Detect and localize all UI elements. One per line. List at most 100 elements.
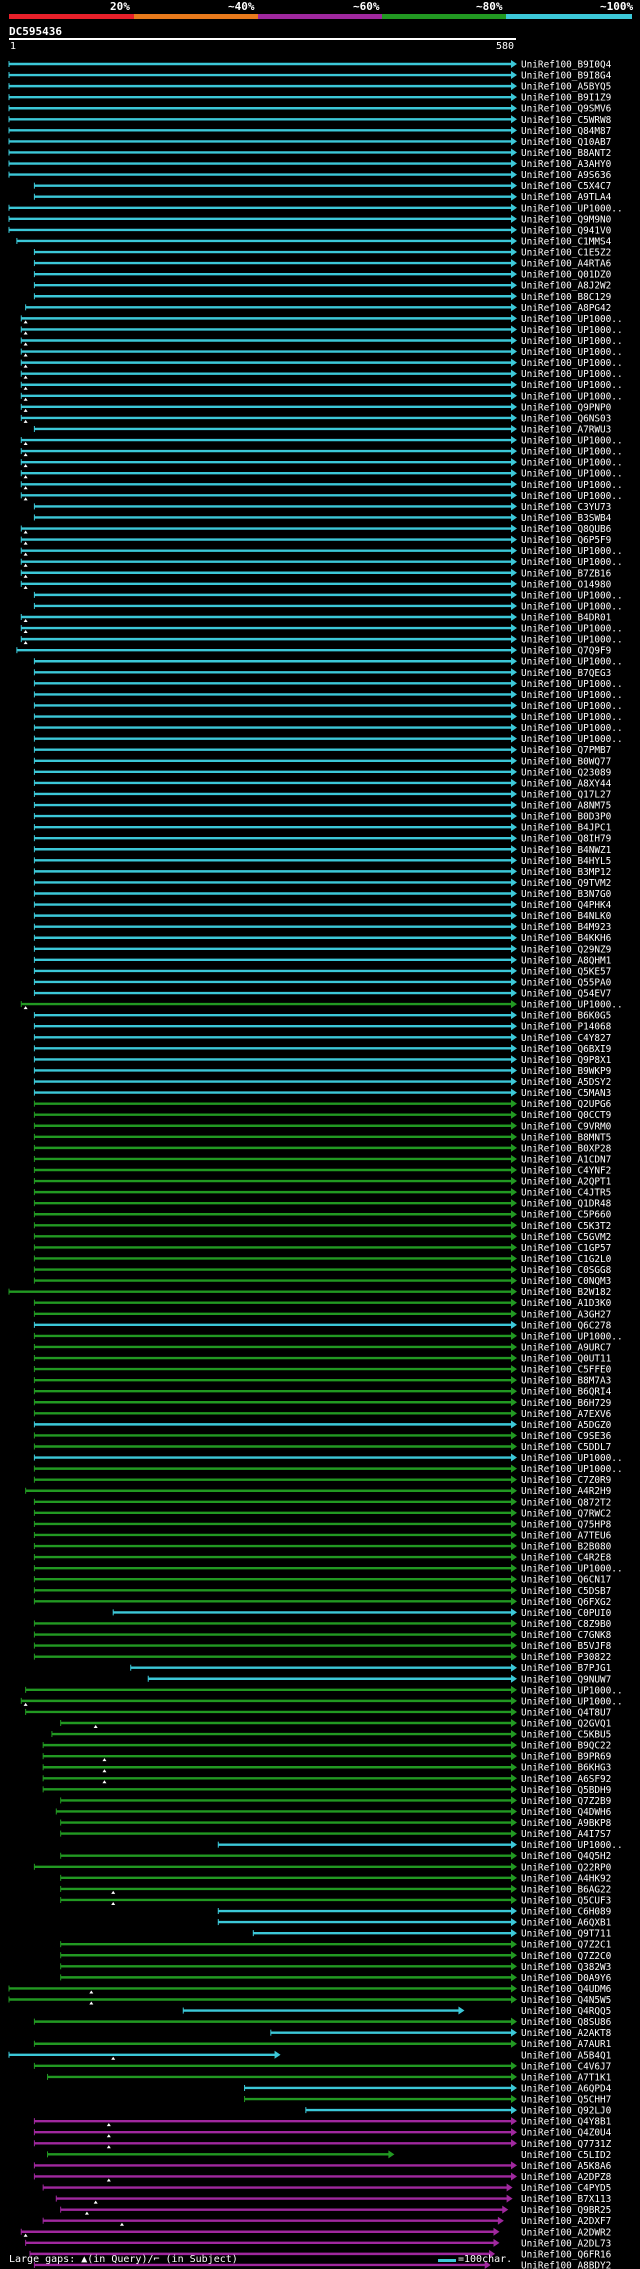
hit-label[interactable]: UniRef100_Q9P8X1 [521,1055,612,1066]
hit-label[interactable]: UniRef100_UP1000.. [521,557,623,568]
hit-label[interactable]: UniRef100_A4RTA6 [521,259,612,270]
hit-label[interactable]: UniRef100_UP1000.. [521,314,623,325]
hit-label[interactable]: UniRef100_Q29NZ9 [521,944,612,955]
hit-label[interactable]: UniRef100_Q7Z2C1 [521,1940,612,1951]
hit-label[interactable]: UniRef100_C1MMS4 [521,236,612,247]
hit-label[interactable]: UniRef100_D0A9Y6 [521,1973,612,1984]
hit-label[interactable]: UniRef100_A5DSY2 [521,1077,611,1088]
hit-label[interactable]: UniRef100_C5FFE0 [521,1365,612,1376]
hit-label[interactable]: UniRef100_Q6NS03 [521,413,611,424]
hit-label[interactable]: UniRef100_A5BYQ5 [521,82,611,93]
hit-label[interactable]: UniRef100_B4M923 [521,922,611,933]
hit-label[interactable]: UniRef100_Q23089 [521,767,612,778]
hit-label[interactable]: UniRef100_Q7PMB7 [521,745,611,756]
hit-label[interactable]: UniRef100_A8QHM1 [521,955,612,966]
hit-label[interactable]: UniRef100_UP1000.. [521,679,623,690]
hit-label[interactable]: UniRef100_Q4T8U7 [521,1707,611,1718]
hit-label[interactable]: UniRef100_Q4Y8B1 [521,2117,612,2128]
hit-label[interactable]: UniRef100_Q2GVQ1 [521,1719,612,1730]
hit-label[interactable]: UniRef100_UP1000.. [521,1840,623,1851]
hit-label[interactable]: UniRef100_Q6P5F9 [521,535,612,546]
hit-label[interactable]: UniRef100_Q4Z0U4 [521,2128,612,2139]
hit-label[interactable]: UniRef100_C5MAN3 [521,1088,611,1099]
hit-label[interactable]: UniRef100_B6H729 [521,1398,612,1409]
hit-label[interactable]: UniRef100_Q4Q5H2 [521,1851,611,1862]
hit-label[interactable]: UniRef100_Q8QUB6 [521,524,612,535]
hit-label[interactable]: UniRef100_UP1000.. [521,480,623,491]
hit-label[interactable]: UniRef100_B6KHG3 [521,1763,611,1774]
hit-label[interactable]: UniRef100_Q55PA0 [521,977,612,988]
hit-label[interactable]: UniRef100_C7Z0R9 [521,1475,612,1486]
hit-label[interactable]: UniRef100_C4R2E8 [521,1553,612,1564]
hit-label[interactable]: UniRef100_Q2UPG6 [521,1099,612,1110]
hit-label[interactable]: UniRef100_A6QPD4 [521,2083,612,2094]
hit-label[interactable]: UniRef100_B9I8G4 [521,71,612,82]
hit-label[interactable]: UniRef100_Q5KE57 [521,966,611,977]
hit-label[interactable]: UniRef100_B9PR69 [521,1752,612,1763]
hit-label[interactable]: UniRef100_Q6FR16 [521,2249,612,2260]
hit-label[interactable]: UniRef100_UP1000.. [521,712,623,723]
hit-label[interactable]: UniRef100_UP1000.. [521,601,623,612]
hit-label[interactable]: UniRef100_Q22RP0 [521,1862,612,1873]
hit-label[interactable]: UniRef100_C1E5Z2 [521,248,611,259]
hit-label[interactable]: UniRef100_B3SWB4 [521,513,612,524]
hit-label[interactable]: UniRef100_UP1000.. [521,1464,623,1475]
hit-label[interactable]: UniRef100_B5VJF8 [521,1641,612,1652]
hit-label[interactable]: UniRef100_UP1000.. [521,1696,623,1707]
hit-label[interactable]: UniRef100_C0PUI0 [521,1608,612,1619]
hit-label[interactable]: UniRef100_A9S636 [521,170,612,181]
hit-label[interactable]: UniRef100_O14980 [521,579,612,590]
hit-label[interactable]: UniRef100_Q6FXG2 [521,1597,611,1608]
hit-label[interactable]: UniRef100_A3AHY0 [521,159,612,170]
hit-label[interactable]: UniRef100_Q4RQQ5 [521,2006,611,2017]
hit-label[interactable]: UniRef100_UP1000.. [521,1564,623,1575]
hit-label[interactable]: UniRef100_Q382W3 [521,1962,611,1973]
hit-label[interactable]: UniRef100_C5GVM2 [521,1232,611,1243]
hit-label[interactable]: UniRef100_UP1000.. [521,1453,623,1464]
hit-label[interactable]: UniRef100_Q7Q9F9 [521,646,612,657]
hit-label[interactable]: UniRef100_UP1000.. [521,701,623,712]
hit-label[interactable]: UniRef100_Q4DWH6 [521,1807,612,1818]
hit-label[interactable]: UniRef100_C9VRM0 [521,1121,612,1132]
hit-label[interactable]: UniRef100_UP1000.. [521,491,623,502]
hit-label[interactable]: UniRef100_B0WQ77 [521,756,611,767]
hit-label[interactable]: UniRef100_Q10AB7 [521,137,611,148]
hit-label[interactable]: UniRef100_A4I7S7 [521,1829,611,1840]
hit-label[interactable]: UniRef100_Q6C278 [521,1320,612,1331]
hit-label[interactable]: UniRef100_C4Y827 [521,1033,611,1044]
hit-label[interactable]: UniRef100_UP1000.. [521,380,623,391]
hit-label[interactable]: UniRef100_Q6BXI9 [521,1044,612,1055]
hit-label[interactable]: UniRef100_C5K3T2 [521,1221,611,1232]
hit-label[interactable]: UniRef100_A5B4Q1 [521,2050,612,2061]
hit-label[interactable]: UniRef100_Q0CCT9 [521,1110,612,1121]
hit-label[interactable]: UniRef100_Q54EV7 [521,989,611,1000]
hit-label[interactable]: UniRef100_B9QC22 [521,1741,611,1752]
hit-label[interactable]: UniRef100_UP1000.. [521,358,623,369]
hit-label[interactable]: UniRef100_A2AKT8 [521,2028,612,2039]
hit-label[interactable]: UniRef100_B0XP28 [521,1143,612,1154]
hit-label[interactable]: UniRef100_A6QXB1 [521,1918,612,1929]
hit-label[interactable]: UniRef100_UP1000.. [521,336,623,347]
hit-label[interactable]: UniRef100_Q75HP8 [521,1519,612,1530]
hit-label[interactable]: UniRef100_C5X4C7 [521,181,611,192]
hit-label[interactable]: UniRef100_B6AG22 [521,1884,611,1895]
hit-label[interactable]: UniRef100_A9BKP8 [521,1818,612,1829]
hit-label[interactable]: UniRef100_B4KKH6 [521,933,612,944]
hit-label[interactable]: UniRef100_Q84M87 [521,126,611,137]
hit-label[interactable]: UniRef100_Q8IH79 [521,834,612,845]
hit-label[interactable]: UniRef100_UP1000.. [521,723,623,734]
hit-label[interactable]: UniRef100_Q4UDM6 [521,1984,612,1995]
hit-label[interactable]: UniRef100_UP1000.. [521,657,623,668]
hit-label[interactable]: UniRef100_Q92LJ0 [521,2106,612,2117]
hit-label[interactable]: UniRef100_UP1000.. [521,347,623,358]
hit-label[interactable]: UniRef100_B2W182 [521,1287,611,1298]
hit-label[interactable]: UniRef100_C6H089 [521,1907,612,1918]
hit-label[interactable]: UniRef100_B6K0G5 [521,1011,611,1022]
hit-label[interactable]: UniRef100_UP1000.. [521,635,623,646]
hit-label[interactable]: UniRef100_B9WKP9 [521,1066,612,1077]
hit-label[interactable]: UniRef100_A3GH27 [521,1309,611,1320]
hit-label[interactable]: UniRef100_B6QRI4 [521,1387,612,1398]
hit-label[interactable]: UniRef100_A8BDY2 [521,2260,611,2269]
hit-label[interactable]: UniRef100_Q7RWC2 [521,1508,611,1519]
hit-label[interactable]: UniRef100_Q1DR48 [521,1199,612,1210]
